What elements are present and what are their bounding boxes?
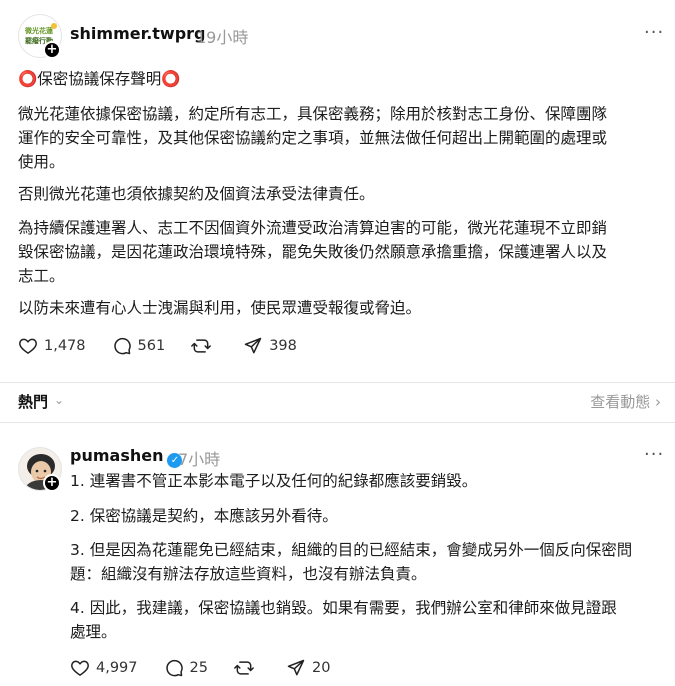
post-time: 19小時 xyxy=(196,28,249,47)
chevron-down-icon[interactable]: ⌄ xyxy=(54,393,64,407)
follow-plus-icon[interactable]: + xyxy=(43,41,61,59)
reply-item-2: 2. 保密協議是契約，本應該另外看待。 xyxy=(70,507,338,525)
username-text: pumashen xyxy=(70,446,164,465)
heart-icon xyxy=(71,660,89,676)
comment-button[interactable]: 25 xyxy=(164,658,208,678)
sort-bar: 熱門 ⌄ 查看動態 › xyxy=(0,382,675,422)
reply-item-4-line1: 4. 因此，我建議，保密協議也銷毀。如果有需要，我們辦公室和律師來做見證跟 xyxy=(70,599,617,617)
repost-icon xyxy=(191,339,212,353)
like-button[interactable]: 4,997 xyxy=(70,658,138,678)
post-title: ⭕保密協議保存聲明⭕ xyxy=(18,70,181,88)
post-shimmer: 微光花蓮 罷癈行動 + shimmer.twprg 19小時 ··· ⭕保密協議… xyxy=(0,0,675,382)
avatar[interactable]: + xyxy=(18,447,62,492)
action-bar: 1,478 561 398 xyxy=(18,334,323,358)
share-count: 398 xyxy=(269,338,297,354)
action-bar: 4,997 25 20 xyxy=(70,656,356,680)
post-time: 7小時 xyxy=(178,450,221,469)
like-button[interactable]: 1,478 xyxy=(18,336,86,356)
post-para2: 否則微光花蓮也須依據契約及個資法承受法律責任。 xyxy=(18,185,375,203)
heart-icon xyxy=(19,338,37,354)
share-button[interactable]: 20 xyxy=(286,658,330,678)
post-para3-line2: 毀保密協議，是因花蓮政治環境特殊，罷免失敗後仍然願意承擔重擔，保護連署人以及 xyxy=(18,243,608,261)
share-count: 20 xyxy=(311,660,331,676)
send-icon xyxy=(287,659,305,676)
reply-item-1: 1. 連署書不管正本影本電子以及任何的紀錄都應該要銷毀。 xyxy=(70,472,478,490)
post-para1-line3: 使用。 xyxy=(18,153,65,171)
reply-item-4-line2: 處理。 xyxy=(70,623,117,641)
like-count: 1,478 xyxy=(44,338,86,354)
username[interactable]: pumashen ✓ xyxy=(70,446,183,468)
like-count: 4,997 xyxy=(96,660,138,676)
comment-count: 561 xyxy=(137,338,166,354)
comment-icon xyxy=(165,659,183,677)
logo-dot-icon xyxy=(51,23,57,29)
comment-button[interactable]: 561 xyxy=(112,336,166,356)
comment-icon xyxy=(113,337,131,355)
divider xyxy=(0,422,675,423)
share-button[interactable]: 398 xyxy=(243,336,297,356)
post-para4: 以防未來遭有心人士洩漏與利用，使民眾遭受報復或脅迫。 xyxy=(18,299,422,317)
sort-hot-button[interactable]: 熱門 xyxy=(18,391,48,412)
repost-button[interactable] xyxy=(191,336,217,356)
avatar-logo-line1: 微光花蓮 xyxy=(25,27,53,35)
reply-item-3-line1: 3. 但是因為花蓮罷免已經結束，組織的目的已經結束，會變成另外一個反向保密問 xyxy=(70,541,633,559)
reply-pumashen: + pumashen ✓ 7小時 ··· 1. 連署書不管正本影本電子以及任何的紀… xyxy=(0,437,675,686)
comment-count: 25 xyxy=(189,660,208,676)
follow-plus-icon[interactable]: + xyxy=(43,474,61,492)
view-activity-link[interactable]: 查看動態 › xyxy=(590,391,661,412)
avatar[interactable]: 微光花蓮 罷癈行動 + xyxy=(18,14,62,59)
repost-icon xyxy=(234,661,254,675)
more-options-icon[interactable]: ··· xyxy=(644,22,664,43)
send-icon xyxy=(244,337,262,354)
post-para3-line1: 為持續保護連署人、志工不因個資外流遭受政治清算迫害的可能，微光花蓮現不立即銷 xyxy=(18,219,608,237)
post-para1-line1: 微光花蓮依據保密協議，約定所有志工，具保密義務；除用於核對志工身份、保障團隊 xyxy=(18,105,608,123)
repost-button[interactable] xyxy=(234,658,260,678)
post-para1-line2: 運作的安全可靠性，及其他保密協議約定之事項，並無法做任何超出上開範圍的處理或 xyxy=(18,129,608,147)
reply-item-3-line2: 題：組織沒有辦法存放這些資料，也沒有辦法負責。 xyxy=(70,565,427,583)
username[interactable]: shimmer.twprg xyxy=(70,24,206,43)
post-para3-line3: 志工。 xyxy=(18,267,65,285)
more-options-icon[interactable]: ··· xyxy=(644,444,664,465)
